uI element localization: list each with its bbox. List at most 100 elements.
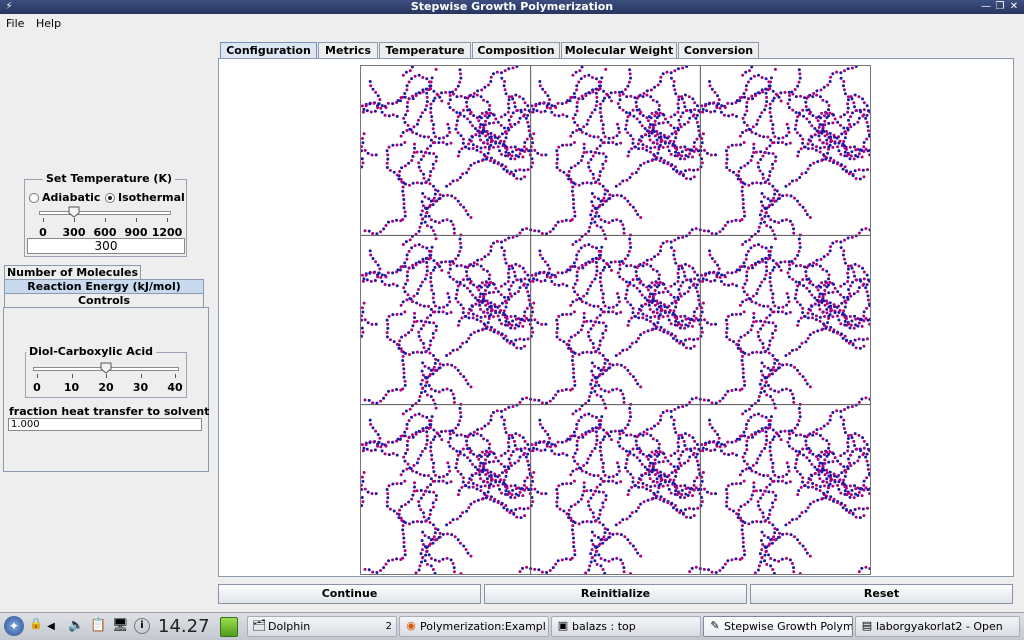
monomer-dot <box>771 127 775 131</box>
monomer-dot <box>575 278 579 282</box>
tab-controls[interactable]: Controls <box>4 293 204 307</box>
monomer-dot <box>851 450 855 454</box>
radio-circle[interactable] <box>29 192 39 203</box>
monomer-dot <box>407 249 411 253</box>
monomer-dot <box>710 257 714 261</box>
monomer-dot <box>861 266 865 270</box>
monomer-dot <box>697 278 701 282</box>
monomer-dot <box>846 441 850 445</box>
simulation-canvas[interactable] <box>360 65 872 576</box>
tab-metrics[interactable]: Metrics <box>318 42 378 58</box>
minimize-button[interactable]: — <box>980 1 992 13</box>
monomer-dot <box>852 461 856 465</box>
adiabatic-radio[interactable]: Adiabatic <box>29 191 100 204</box>
monomer-dot <box>445 387 449 391</box>
monomer-dot <box>462 284 466 288</box>
diol-acid-legend: Diol-Carboxylic Acid <box>26 345 156 358</box>
monomer-dot <box>569 481 573 485</box>
monomer-dot <box>754 263 758 267</box>
monomer-dot <box>401 193 405 197</box>
monomer-dot <box>626 469 630 473</box>
monomer-dot <box>553 452 557 456</box>
isothermal-radio[interactable]: Isothermal <box>105 191 185 204</box>
monomer-dot <box>401 532 405 536</box>
tab-temperature[interactable]: Temperature <box>379 42 471 58</box>
tab-conversion[interactable]: Conversion <box>678 42 759 58</box>
monomer-dot <box>725 331 729 335</box>
monomer-dot <box>683 432 687 436</box>
tab-configuration[interactable]: Configuration <box>220 42 317 58</box>
monomer-dot <box>573 451 577 455</box>
menu-file[interactable]: File <box>6 17 24 31</box>
monomer-dot <box>758 284 762 288</box>
monomer-dot <box>623 535 627 539</box>
monomer-dot <box>800 172 804 176</box>
tab-composition[interactable]: Composition <box>472 42 560 58</box>
monomer-dot <box>411 493 415 497</box>
monomer-dot <box>695 113 699 117</box>
monomer-dot <box>624 296 628 300</box>
monomer-dot <box>455 517 459 521</box>
monomer-dot <box>617 90 621 94</box>
monomer-dot <box>825 111 829 115</box>
monomer-dot <box>674 474 678 478</box>
monomer-dot <box>826 490 830 494</box>
close-button[interactable]: ✕ <box>1008 1 1020 13</box>
window-titlebar[interactable]: ⚡ Stepwise Growth Polymerization — ❐ ✕ <box>0 0 1024 14</box>
monomer-dot <box>419 508 423 512</box>
monomer-dot <box>642 92 646 95</box>
monomer-dot <box>814 314 818 318</box>
monomer-dot <box>456 84 460 88</box>
monomer-dot <box>799 433 803 437</box>
monomer-dot <box>771 162 775 166</box>
monomer-dot <box>598 203 602 207</box>
monomer-dot <box>864 227 868 231</box>
monomer-dot <box>429 111 433 114</box>
tab-number-of-molecules[interactable]: Number of Molecules <box>4 265 141 279</box>
monomer-dot <box>759 496 763 500</box>
monomer-dot <box>811 485 815 489</box>
monomer-dot <box>581 351 585 355</box>
tab-reaction-energy[interactable]: Reaction Energy (kJ/mol) <box>4 279 204 293</box>
monomer-dot <box>524 455 528 459</box>
temperature-slider-track[interactable] <box>39 211 171 215</box>
monomer-dot <box>475 145 479 149</box>
monomer-dot <box>437 310 441 314</box>
monomer-dot <box>556 271 560 275</box>
monomer-dot <box>693 439 697 443</box>
monomer-dot <box>726 559 730 563</box>
temperature-slider-thumb[interactable] <box>68 206 80 218</box>
monomer-dot <box>808 216 812 219</box>
monomer-dot <box>634 270 638 274</box>
monomer-dot <box>700 310 704 314</box>
diol-acid-tick <box>71 374 73 378</box>
monomer-dot <box>514 93 518 97</box>
monomer-dot <box>517 493 521 497</box>
monomer-dot <box>459 303 463 307</box>
monomer-dot <box>361 479 365 483</box>
maximize-button[interactable]: ❐ <box>994 1 1006 13</box>
monomer-dot <box>825 302 829 306</box>
radio-circle[interactable] <box>105 192 115 203</box>
heat-transfer-field[interactable]: 1.000 <box>8 418 202 431</box>
monomer-dot <box>496 501 500 505</box>
monomer-dot <box>535 278 539 282</box>
monomer-dot <box>637 94 641 98</box>
monomer-dot <box>362 277 366 281</box>
monomer-dot <box>519 177 523 181</box>
monomer-dot <box>760 414 764 418</box>
monomer-dot <box>632 114 636 118</box>
monomer-dot <box>607 475 611 479</box>
monomer-dot <box>518 264 522 268</box>
temperature-value-field[interactable]: 300 <box>27 238 185 254</box>
menu-help[interactable]: Help <box>36 17 61 31</box>
monomer-dot <box>822 85 826 89</box>
monomer-dot <box>419 327 423 331</box>
tab-molecular-weight[interactable]: Molecular Weight <box>561 42 677 58</box>
monomer-dot <box>448 436 452 440</box>
diol-acid-slider-thumb[interactable] <box>100 362 112 374</box>
monomer-dot <box>827 121 831 125</box>
monomer-dot <box>595 485 599 489</box>
monomer-dot <box>455 288 459 292</box>
monomer-dot <box>826 252 830 256</box>
